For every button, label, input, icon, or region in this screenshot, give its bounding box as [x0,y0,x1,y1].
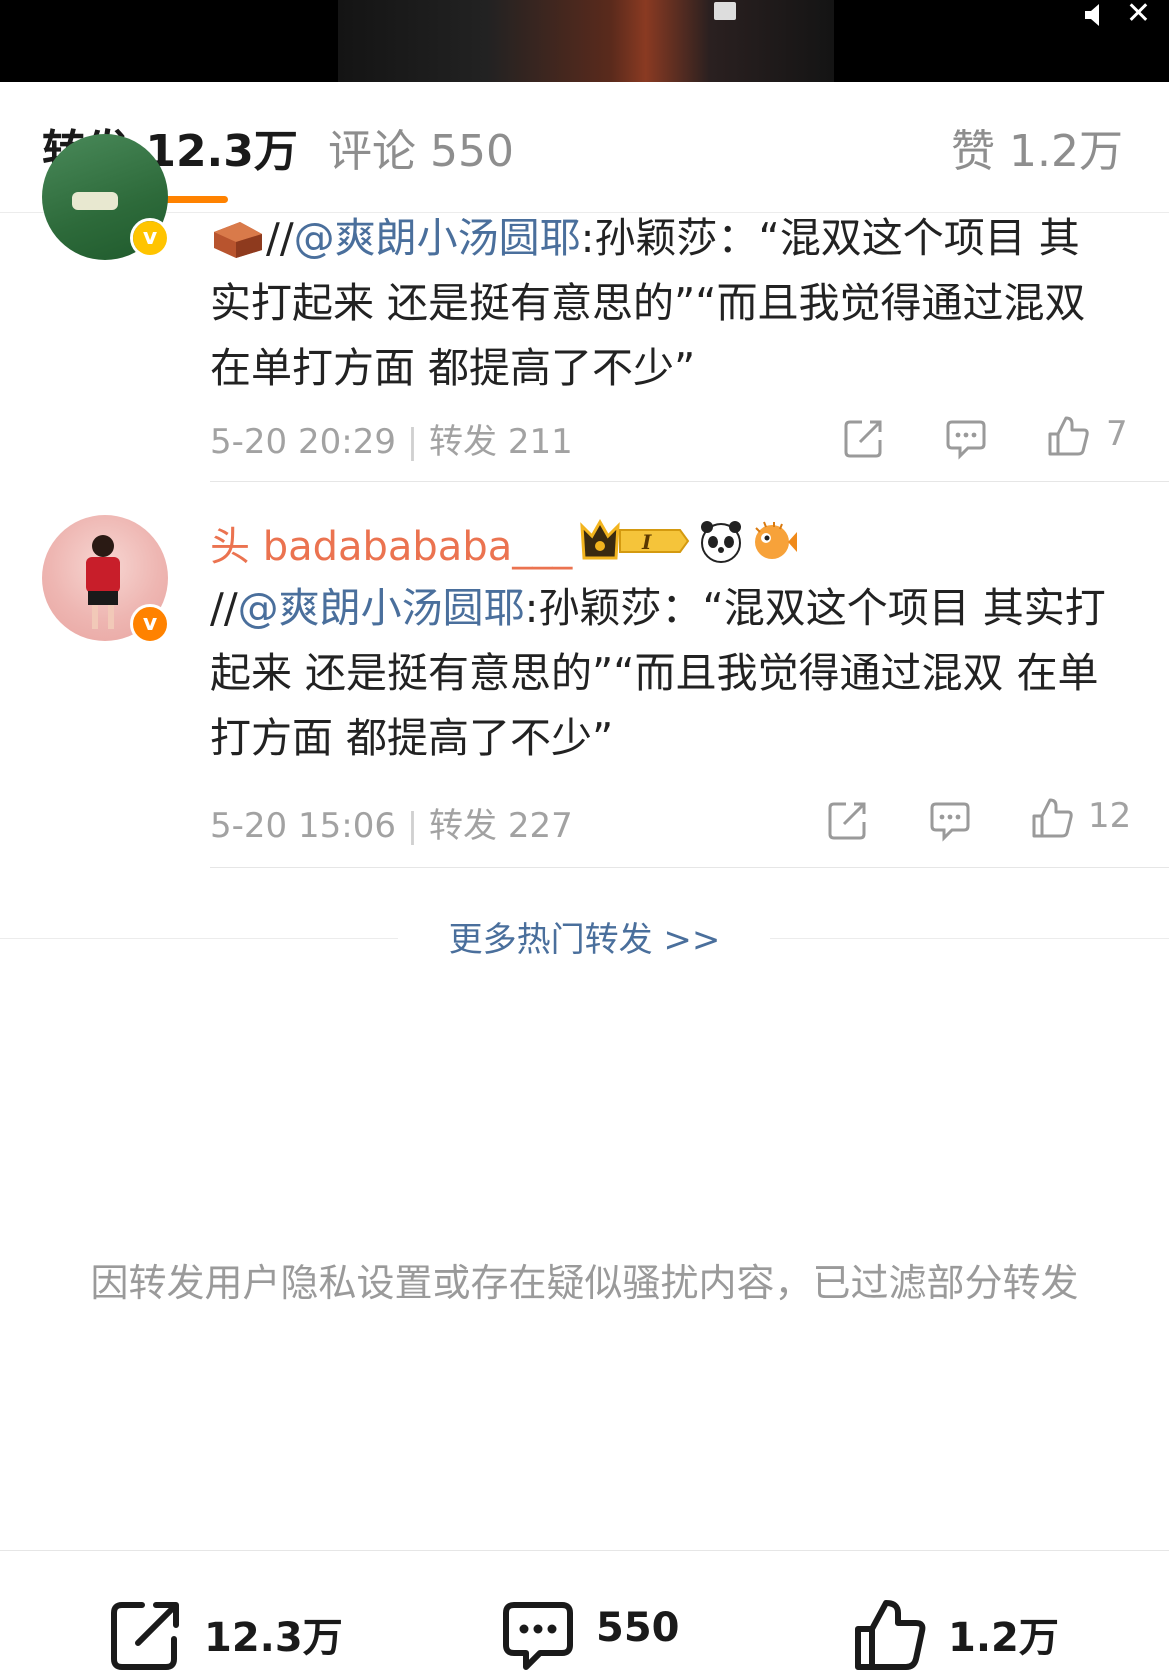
like-count: 12 [1088,796,1132,836]
more-hot-reposts-link[interactable]: 更多热门转发 >> [0,912,1169,961]
mute-icon[interactable] [1083,2,1109,28]
mention-link[interactable]: @爽朗小汤圆耶 [294,214,581,262]
repost-item[interactable]: v 头 badabababa___ I //@爽朗小汤圆耶:孙颖莎：“混双这个项… [0,482,1169,868]
comment-icon[interactable] [944,416,988,460]
bottom-like-button[interactable]: 1.2万 [852,1597,1092,1673]
video-player-strip[interactable]: ✕ [0,0,1169,82]
bottom-repost-count: 12.3万 [204,1615,343,1661]
repost-meta: 5-20 20:29 | 转发 211 [210,422,573,462]
tab-bar: 转发 12.3万 评论 550 赞 1.2万 [0,82,1169,213]
repost-meta: 5-20 15:06 | 转发 227 [210,806,573,846]
thumbs-up-icon[interactable] [1046,414,1090,458]
caption-icon [714,2,736,20]
tab-reposts-count: 12.3万 [145,126,298,177]
share-icon [111,1602,179,1670]
share-icon[interactable] [842,416,886,460]
tab-likes[interactable]: 赞 1.2万 [951,122,1123,182]
tab-likes-count: 1.2万 [1009,126,1123,177]
panda-icon [701,521,741,563]
mention-link[interactable]: @爽朗小汤圆耶 [238,584,525,632]
tab-comments-count: 550 [430,126,514,177]
bottom-like-count: 1.2万 [948,1615,1059,1661]
crown-vip-badge-icon: I [580,518,690,560]
divider [210,867,1169,868]
share-icon[interactable] [826,798,870,842]
comment-icon [503,1602,573,1670]
repost-time: 5-20 20:29 [210,422,396,462]
repost-item[interactable]: v //@爽朗小汤圆耶:孙颖莎：“混双这个项目 其实打起来 还是挺有意思的”“而… [0,134,1169,482]
bottom-repost-button[interactable]: 12.3万 [108,1597,348,1673]
tab-comments-label: 评论 [328,126,416,177]
verified-badge: v [130,604,170,644]
brick-emoji-icon [214,222,262,258]
close-icon[interactable]: ✕ [1126,0,1151,29]
tab-likes-label: 赞 [951,126,996,177]
comment-icon[interactable] [928,798,972,842]
pufferfish-icon [755,521,797,559]
username[interactable]: 头 badabababa___ [210,514,572,572]
repost-count[interactable]: 转发 211 [429,422,573,462]
repost-text: //@爽朗小汤圆耶:孙颖莎：“混双这个项目 其实打起来 还是挺有意思的”“而且我… [210,584,1106,762]
repost-text: //@爽朗小汤圆耶:孙颖莎：“混双这个项目 其实打起来 还是挺有意思的”“而且我… [210,214,1086,392]
verified-badge: v [130,218,170,258]
bottom-comment-button[interactable]: 550 [500,1597,700,1673]
svg-text:I: I [641,530,652,554]
video-frame [338,0,834,82]
repost-count[interactable]: 转发 227 [429,806,573,846]
filtered-notice: 因转发用户隐私设置或存在疑似骚扰内容，已过滤部分转发 [90,1261,1079,1305]
repost-time: 5-20 15:06 [210,806,396,846]
thumbs-up-icon [855,1600,926,1670]
tab-comments[interactable]: 评论 550 [328,122,514,182]
bottom-action-bar: 12.3万 550 1.2万 [0,1550,1169,1670]
like-count: 7 [1106,414,1128,454]
thumbs-up-icon[interactable] [1030,796,1074,840]
bottom-comment-count: 550 [596,1605,680,1651]
